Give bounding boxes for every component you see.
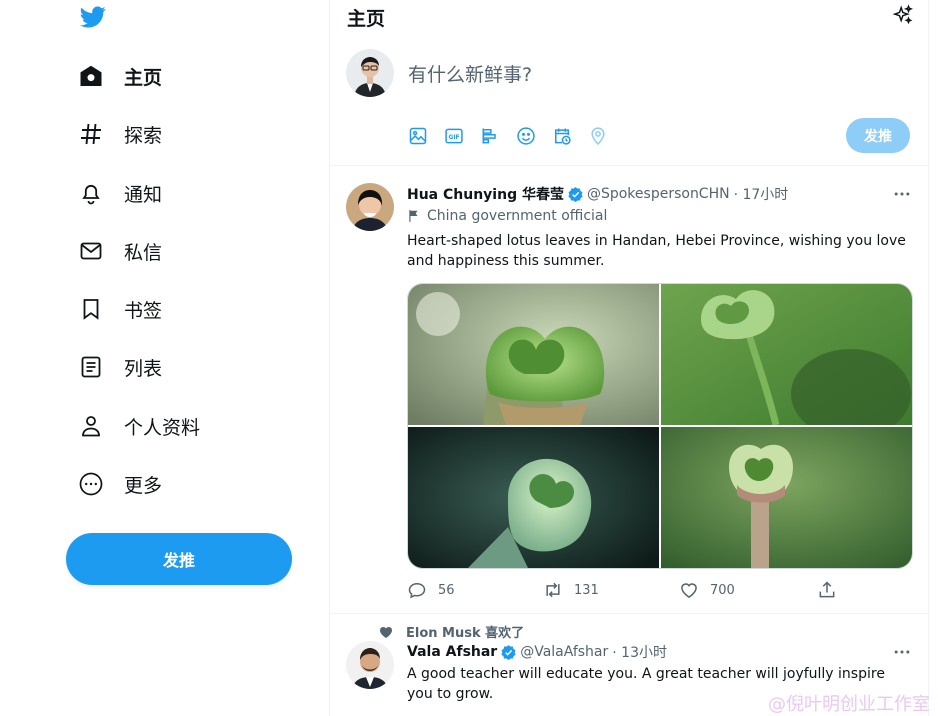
sidebar-item-bookmarks[interactable]: 书签 [66, 285, 174, 333]
sparkle-icon[interactable] [892, 4, 914, 26]
sidebar: 主页 探索 通知 私信 书签 列表 个人资料 更多 发推 [0, 0, 329, 716]
sidebar-item-home[interactable]: 主页 [66, 52, 174, 100]
image-icon[interactable] [408, 124, 444, 148]
sidebar-item-more[interactable]: 更多 [66, 460, 174, 508]
sidebar-item-label: 书签 [124, 299, 163, 322]
timeline-header: 主页 [330, 0, 928, 34]
sidebar-item-label: 主页 [124, 66, 163, 89]
home-icon [78, 63, 104, 89]
tweet-text: Heart-shaped lotus leaves in Handan, Heb… [407, 233, 906, 269]
sidebar-item-profile[interactable]: 个人资料 [66, 402, 212, 450]
media-photo[interactable] [661, 427, 912, 568]
retweet-icon [546, 582, 560, 598]
sidebar-item-messages[interactable]: 私信 [66, 227, 174, 275]
location-icon[interactable] [588, 124, 624, 148]
like-count: 700 [710, 582, 735, 598]
svg-text:GIF: GIF [449, 135, 460, 141]
avatar[interactable] [346, 183, 394, 231]
author-handle[interactable]: @ValaAfshar [520, 644, 608, 660]
sidebar-item-label: 通知 [124, 183, 163, 206]
more-circle-icon [78, 471, 104, 497]
retweet-count: 131 [574, 582, 599, 598]
more-icon[interactable] [892, 642, 912, 662]
schedule-icon[interactable] [552, 124, 588, 148]
tweet-header: Hua Chunying 华春莹 @SpokespersonCHN · 17小时 [407, 184, 788, 204]
media-photo[interactable] [661, 284, 912, 425]
tweet[interactable]: Hua Chunying 华春莹 @SpokespersonCHN · 17小时… [330, 166, 928, 613]
sidebar-item-label: 个人资料 [124, 416, 201, 439]
tweet-time[interactable]: · 13小时 [612, 642, 667, 662]
flag-icon [409, 210, 418, 222]
tweet[interactable]: Vala Afshar @ValaAfshar · 13小时 A good te… [330, 613, 928, 716]
share-button[interactable] [817, 580, 837, 600]
person-icon [78, 413, 104, 439]
sidebar-tweet-button[interactable]: 发推 [66, 533, 292, 585]
hashtag-icon [78, 121, 104, 147]
tweet-time[interactable]: · 17小时 [734, 184, 789, 204]
verified-badge-icon [501, 644, 516, 660]
government-label[interactable]: China government official [407, 208, 607, 224]
tweet-media-grid[interactable] [407, 283, 913, 569]
avatar[interactable] [346, 641, 394, 689]
main-timeline: 主页 GIF [329, 0, 929, 716]
tweet-actions: 56 131 700 [407, 580, 847, 600]
label-text: China government official [427, 208, 608, 224]
tweet-text: A good teacher will educate you. A great… [407, 666, 885, 702]
reply-icon [408, 582, 426, 599]
twitter-bird-icon[interactable] [78, 4, 108, 30]
bell-icon [78, 180, 104, 206]
tweet-header: Vala Afshar @ValaAfshar · 13小时 [407, 642, 667, 662]
compose-input[interactable] [408, 64, 888, 86]
media-photo[interactable] [408, 427, 659, 568]
tweet-composer: GIF 发推 [330, 34, 928, 166]
author-name[interactable]: Vala Afshar [407, 644, 497, 660]
author-handle[interactable]: @SpokespersonCHN [587, 186, 730, 202]
sidebar-item-explore[interactable]: 探索 [66, 110, 174, 158]
like-button[interactable]: 700 [679, 580, 815, 600]
reply-count: 56 [438, 582, 455, 598]
poll-icon[interactable] [480, 124, 516, 148]
verified-badge-icon [568, 186, 583, 202]
emoji-icon[interactable] [516, 124, 552, 148]
post-button[interactable]: 发推 [846, 118, 910, 153]
envelope-icon [78, 238, 104, 264]
sidebar-item-notifications[interactable]: 通知 [66, 169, 174, 217]
bookmark-icon [78, 296, 104, 322]
sidebar-item-label: 私信 [124, 241, 163, 264]
sidebar-item-lists[interactable]: 列表 [66, 343, 174, 391]
avatar[interactable] [346, 49, 394, 97]
sidebar-item-label: 探索 [124, 124, 163, 147]
heart-icon [681, 583, 697, 598]
media-photo[interactable] [408, 284, 659, 425]
sidebar-item-label: 更多 [124, 474, 163, 497]
more-icon[interactable] [892, 184, 912, 204]
share-icon [819, 581, 835, 598]
reply-button[interactable]: 56 [407, 580, 543, 600]
sidebar-item-label: 列表 [124, 357, 163, 380]
composer-toolbar: GIF [408, 124, 624, 148]
page-title: 主页 [347, 8, 386, 30]
author-name[interactable]: Hua Chunying 华春莹 [407, 184, 564, 204]
gif-icon[interactable]: GIF [444, 124, 480, 148]
list-icon [78, 354, 104, 380]
retweet-button[interactable]: 131 [543, 580, 679, 600]
